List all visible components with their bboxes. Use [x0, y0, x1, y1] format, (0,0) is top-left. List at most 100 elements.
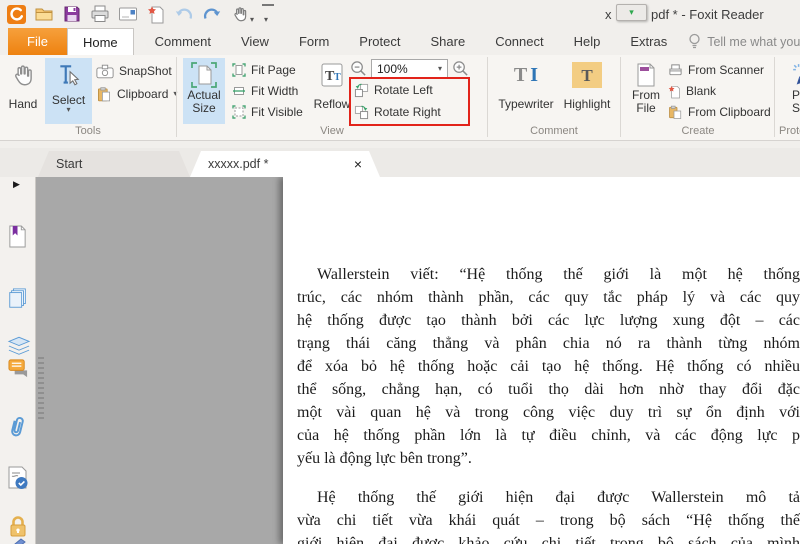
ribbon-bottom-strip [0, 141, 800, 148]
text-line: để xóa bỏ hệ thống hoặc cải tạo hệ thống… [297, 358, 800, 375]
snapshot-button[interactable]: SnapShot [96, 61, 172, 81]
tab-form[interactable]: Form [284, 28, 344, 55]
reflow-button[interactable]: TT Reflow [312, 58, 352, 124]
security-icon[interactable] [7, 515, 29, 539]
fit-visible-label: Fit Visible [251, 105, 303, 119]
rotate-left-icon [354, 83, 369, 97]
page-thumbnails-icon[interactable] [7, 287, 29, 311]
scanner-icon [669, 64, 682, 76]
blank-page-icon [668, 85, 680, 98]
foxit-logo-icon[interactable] [6, 4, 26, 24]
ribbon-home: Hand Select ▾ SnapShot Clipboard ▾ Tools… [0, 55, 800, 141]
redo-icon[interactable] [202, 4, 222, 24]
from-clipboard-button[interactable]: From Clipboard [668, 102, 771, 122]
text-line: vừa chi tiết vừa khái quát – trong bộ sá… [297, 512, 800, 529]
hand-tool-dropdown-icon[interactable]: ▾ [250, 9, 254, 27]
actual-size-button[interactable]: Actual Size [183, 58, 225, 124]
annotations-icon[interactable] [7, 538, 29, 544]
email-icon[interactable] [118, 4, 138, 24]
from-scanner-button[interactable]: From Scanner [668, 60, 764, 80]
tab-connect[interactable]: Connect [480, 28, 558, 55]
from-file-button[interactable]: From File [626, 58, 666, 124]
attachments-icon[interactable] [7, 415, 29, 441]
close-tab-icon[interactable]: × [354, 157, 362, 171]
panel-splitter-handle[interactable] [38, 357, 44, 419]
customize-toolbar-icon[interactable] [262, 4, 274, 6]
tell-me-search[interactable]: Tell me what you want to do... [688, 28, 800, 55]
highlight-label: Highlight [563, 97, 611, 111]
from-file-icon [637, 63, 655, 87]
text-line: hệ thống được tạo thành bởi các lực lượn… [297, 312, 800, 329]
text-line: của hệ thống phần lớn là tự điều chỉnh, … [297, 427, 800, 444]
title-bar: ▾ ▾ x ▾ pdf * - Foxit Reader [0, 0, 800, 28]
tab-file[interactable]: File [8, 28, 67, 55]
fit-page-button[interactable]: Fit Page [232, 60, 296, 80]
tab-extras[interactable]: Extras [615, 28, 682, 55]
zoom-out-button[interactable] [350, 60, 367, 77]
group-label-comment: Comment [530, 125, 578, 137]
document-tab-bar: Start xxxxx.pdf * × [0, 148, 800, 177]
rotate-left-button[interactable]: Rotate Left [354, 80, 433, 100]
green-caret-icon: ▾ [629, 7, 634, 17]
tab-help[interactable]: Help [559, 28, 616, 55]
paragraph: Wallerstein viết: “Hệ thống thế giới là … [297, 266, 800, 473]
group-label-view: View [320, 125, 344, 137]
tab-comment[interactable]: Comment [140, 28, 226, 55]
actual-size-label: Actual Size [187, 88, 221, 115]
reflow-label: Reflow [313, 97, 351, 111]
tab-protect[interactable]: Protect [344, 28, 415, 55]
window-title-left: x [605, 7, 612, 22]
comments-icon[interactable] [7, 358, 29, 379]
layers-icon[interactable] [7, 335, 31, 357]
customize-toolbar-caret-icon[interactable]: ▾ [264, 9, 268, 27]
open-file-icon[interactable] [34, 4, 54, 24]
zoom-level-combobox[interactable]: 100% ▾ [371, 59, 448, 78]
group-label-protect: Protect [779, 125, 800, 137]
tab-view[interactable]: View [226, 28, 284, 55]
undo-icon[interactable] [174, 4, 194, 24]
pdf-sign-label: PDF Sign [791, 88, 800, 115]
hand-button[interactable]: Hand [3, 58, 43, 124]
zoom-out-icon [351, 61, 366, 76]
group-divider [774, 57, 775, 137]
bookmarks-icon[interactable] [7, 224, 29, 249]
fit-width-button[interactable]: Fit Width [232, 81, 298, 101]
text-line: trúc, các nhóm thành phần, các quy tắc p… [297, 289, 800, 306]
pdf-page: Wallerstein viết: “Hệ thống thế giới là … [283, 177, 800, 544]
clipboard-button[interactable]: Clipboard ▾ [96, 84, 177, 104]
tab-start-page[interactable]: Start [38, 151, 190, 177]
select-button[interactable]: Select ▾ [45, 58, 92, 124]
zoom-in-button[interactable] [452, 60, 469, 77]
pdf-sign-pen-icon [793, 64, 800, 85]
start-tab-label: Start [56, 157, 83, 171]
camera-icon [96, 64, 114, 78]
highlight-button[interactable]: T Highlight [561, 58, 613, 124]
select-text-icon [59, 65, 79, 86]
fit-visible-button[interactable]: Fit Visible [232, 102, 303, 122]
hand-label: Hand [8, 97, 38, 111]
blank-button[interactable]: Blank [668, 81, 716, 101]
tab-home[interactable]: Home [66, 28, 134, 55]
print-icon[interactable] [90, 4, 110, 24]
fit-width-icon [233, 87, 245, 95]
clipboard-label: Clipboard [117, 87, 169, 101]
new-document-icon[interactable] [146, 4, 166, 24]
typewriter-button[interactable]: T I Typewriter [494, 58, 558, 124]
fit-page-icon [232, 63, 246, 77]
text-line: Wallerstein viết: “Hệ thống thế giới là … [317, 266, 800, 283]
tab-open-document[interactable]: xxxxx.pdf * × [190, 151, 380, 177]
text-line: Hệ thống thế giới hiện đại được Wallerst… [317, 489, 800, 506]
save-icon[interactable] [62, 4, 82, 24]
digital-signatures-icon[interactable] [7, 465, 29, 491]
zoom-in-icon [453, 61, 468, 76]
pdf-sign-button[interactable]: PDF Sign [781, 58, 800, 124]
expand-panel-icon[interactable]: ▶ [13, 179, 20, 190]
hand-tool-icon[interactable] [230, 4, 250, 24]
zoom-dropdown-icon: ▾ [437, 63, 442, 73]
tab-share[interactable]: Share [415, 28, 480, 55]
rotate-right-button[interactable]: Rotate Right [354, 102, 441, 122]
fit-page-label: Fit Page [251, 63, 296, 77]
blank-label: Blank [686, 84, 717, 98]
title-overlay-dropdown[interactable]: ▾ [616, 4, 647, 21]
navigation-panel-strip: ▶ [0, 177, 36, 544]
